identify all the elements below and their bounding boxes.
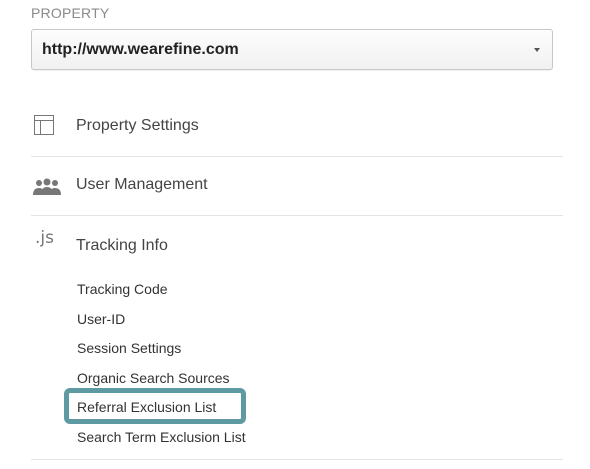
users-icon <box>31 157 65 215</box>
property-settings-icon <box>31 98 65 156</box>
sub-item-search-term-exclusion-list[interactable]: Search Term Exclusion List <box>77 429 246 445</box>
nav-item-tracking-info[interactable]: Tracking Info <box>76 237 168 255</box>
sub-item-organic-search-sources[interactable]: Organic Search Sources <box>77 370 230 386</box>
sub-item-tracking-code[interactable]: Tracking Code <box>77 281 168 297</box>
nav-item-label: User Management <box>76 176 208 193</box>
nav-item-label: Property Settings <box>76 117 199 134</box>
js-icon: .js <box>35 228 54 248</box>
nav-section-tracking-info: .js Tracking Info Tracking Code User-ID … <box>31 216 563 460</box>
sub-item-referral-exclusion-list[interactable]: Referral Exclusion List <box>77 399 216 415</box>
property-dropdown[interactable]: http://www.wearefine.com <box>31 29 553 70</box>
sub-item-user-id[interactable]: User-ID <box>77 311 125 327</box>
nav-item-user-management[interactable]: User Management <box>31 157 563 216</box>
nav-item-property-settings[interactable]: Property Settings <box>31 98 563 157</box>
sub-item-session-settings[interactable]: Session Settings <box>77 340 181 356</box>
property-section-label: PROPERTY <box>31 5 110 21</box>
property-selected-value: http://www.wearefine.com <box>42 41 239 58</box>
caret-down-icon[interactable] <box>534 48 540 52</box>
